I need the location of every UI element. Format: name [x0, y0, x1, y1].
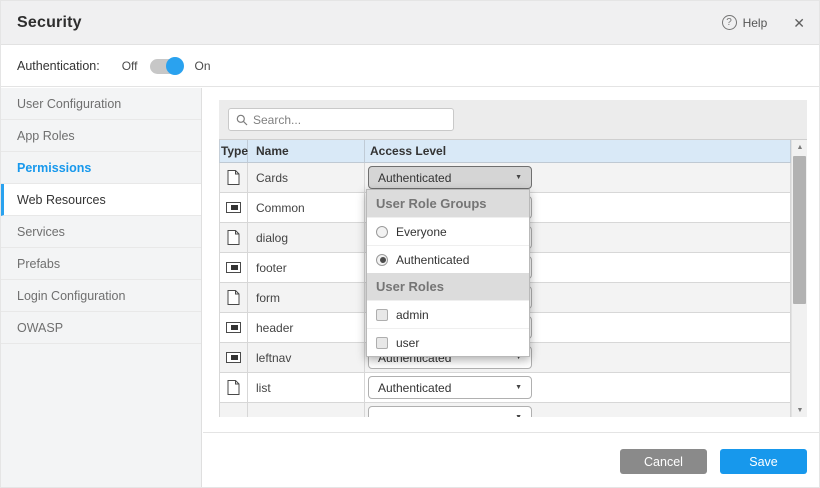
column-header-type: Type	[220, 140, 248, 162]
dropdown-option-label: user	[396, 336, 419, 350]
resources-table: TypeNameAccess Level Cards Authenticated ▼…	[219, 139, 807, 417]
close-icon[interactable]: ✕	[793, 16, 805, 30]
web-resources-panel: TypeNameAccess Level Cards Authenticated ▼…	[219, 100, 807, 417]
toggle-on-label: On	[195, 59, 211, 73]
sidebar-item-owasp[interactable]: OWASP	[1, 312, 201, 344]
page-title: Security	[17, 14, 82, 32]
sidebar-item-label: Permissions	[17, 161, 91, 175]
page-icon	[220, 373, 248, 402]
search-icon	[236, 114, 248, 126]
dropdown-option-label: admin	[396, 308, 429, 322]
sidebar-item-label: Prefabs	[17, 257, 60, 271]
sidebar-item-label: Login Configuration	[17, 289, 125, 303]
search-box[interactable]	[228, 108, 454, 131]
page-icon	[220, 283, 248, 312]
resource-name: leftnav	[248, 343, 365, 372]
dropdown-option-label: Everyone	[396, 225, 447, 239]
column-header-name: Name	[248, 140, 365, 162]
sidebar-item-web-resources[interactable]: Web Resources	[1, 184, 201, 216]
titlebar: Security ? Help ✕	[1, 1, 820, 45]
dropdown-option-label: Authenticated	[396, 253, 469, 267]
access-level-cell: Authenticated ▼	[365, 373, 791, 402]
sidebar-item-label: OWASP	[17, 321, 63, 335]
sidebar-item-prefabs[interactable]: Prefabs	[1, 248, 201, 280]
access-level-value: Authenticated	[378, 381, 451, 395]
scroll-up-arrow-icon[interactable]: ▲	[792, 140, 807, 155]
sidebar-item-user-configuration[interactable]: User Configuration	[1, 88, 201, 120]
sidebar-item-label: Services	[17, 225, 65, 239]
chevron-down-icon: ▼	[515, 174, 522, 181]
help-icon: ?	[722, 15, 737, 30]
resource-name: dialog	[248, 223, 365, 252]
search-input[interactable]	[253, 113, 446, 127]
resource-name: footer	[248, 253, 365, 282]
security-settings-window: Security ? Help ✕ Authentication: Off On…	[0, 0, 820, 488]
dropdown-group-header-user-roles: User Roles	[367, 273, 529, 300]
resource-name: Common	[248, 193, 365, 222]
resource-name: header	[248, 313, 365, 342]
access-level-cell: ▼	[365, 403, 791, 417]
resource-name: Cards	[248, 163, 365, 192]
checkbox-icon[interactable]	[376, 337, 388, 349]
dropdown-option-user[interactable]: user	[367, 328, 529, 356]
chevron-down-icon: ▼	[515, 414, 522, 417]
resource-name: form	[248, 283, 365, 312]
main-content: TypeNameAccess Level Cards Authenticated ▼…	[203, 88, 820, 488]
checkbox-icon[interactable]	[376, 309, 388, 321]
scroll-down-arrow-icon[interactable]: ▼	[792, 403, 807, 417]
sidebar-item-login-configuration[interactable]: Login Configuration	[1, 280, 201, 312]
access-level-select[interactable]: ▼	[368, 406, 532, 417]
authentication-toggle[interactable]	[150, 59, 183, 74]
dropdown-option-everyone[interactable]: Everyone	[367, 217, 529, 245]
help-label: Help	[743, 16, 768, 30]
cancel-button[interactable]: Cancel	[620, 449, 707, 474]
authentication-label: Authentication:	[17, 59, 100, 73]
access-level-select[interactable]: Authenticated ▼	[368, 166, 532, 189]
table-header-row: TypeNameAccess Level	[219, 140, 791, 163]
table-row-clipped: ▼	[219, 403, 791, 417]
partial-page-icon	[220, 193, 248, 222]
save-button[interactable]: Save	[720, 449, 807, 474]
help-button[interactable]: ? Help	[722, 15, 768, 30]
access-level-select[interactable]: Authenticated ▼	[368, 376, 532, 399]
sidebar-item-services[interactable]: Services	[1, 216, 201, 248]
access-level-dropdown-panel: User Role Groups Everyone Authenticated Use…	[366, 189, 530, 357]
dropdown-option-admin[interactable]: admin	[367, 300, 529, 328]
column-header-access-level: Access Level	[365, 140, 791, 162]
vertical-scrollbar[interactable]: ▲ ▼	[791, 140, 807, 417]
access-level-cell: Authenticated ▼	[365, 163, 791, 192]
page-icon	[220, 223, 248, 252]
footer-divider	[203, 432, 820, 433]
body: User Configuration App Roles Permissions We…	[1, 88, 820, 488]
resource-name: list	[248, 373, 365, 402]
table-toolbar	[219, 100, 807, 139]
access-level-value: Authenticated	[378, 171, 451, 185]
toggle-knob	[166, 57, 184, 75]
authentication-bar: Authentication: Off On	[1, 46, 820, 87]
partial-page-icon	[220, 313, 248, 342]
toggle-off-label: Off	[122, 59, 138, 73]
chevron-down-icon: ▼	[515, 384, 522, 391]
footer: Cancel Save	[203, 449, 820, 488]
partial-page-icon	[220, 253, 248, 282]
dropdown-group-header-user-role-groups: User Role Groups	[367, 190, 529, 217]
sidebar-item-permissions[interactable]: Permissions	[1, 152, 201, 184]
page-icon	[220, 163, 248, 192]
sidebar-item-label: Web Resources	[17, 193, 106, 207]
partial-page-icon	[220, 343, 248, 372]
radio-selected-icon[interactable]	[376, 254, 388, 266]
sidebar-item-label: App Roles	[17, 129, 75, 143]
sidebar-item-label: User Configuration	[17, 97, 121, 111]
sidebar-item-app-roles[interactable]: App Roles	[1, 120, 201, 152]
scrollbar-thumb[interactable]	[793, 156, 806, 304]
resource-name	[248, 403, 365, 417]
sidebar: User Configuration App Roles Permissions We…	[1, 88, 202, 488]
radio-icon[interactable]	[376, 226, 388, 238]
type-icon	[220, 403, 248, 417]
table-row-list: list Authenticated ▼	[219, 373, 791, 403]
dropdown-option-authenticated[interactable]: Authenticated	[367, 245, 529, 273]
